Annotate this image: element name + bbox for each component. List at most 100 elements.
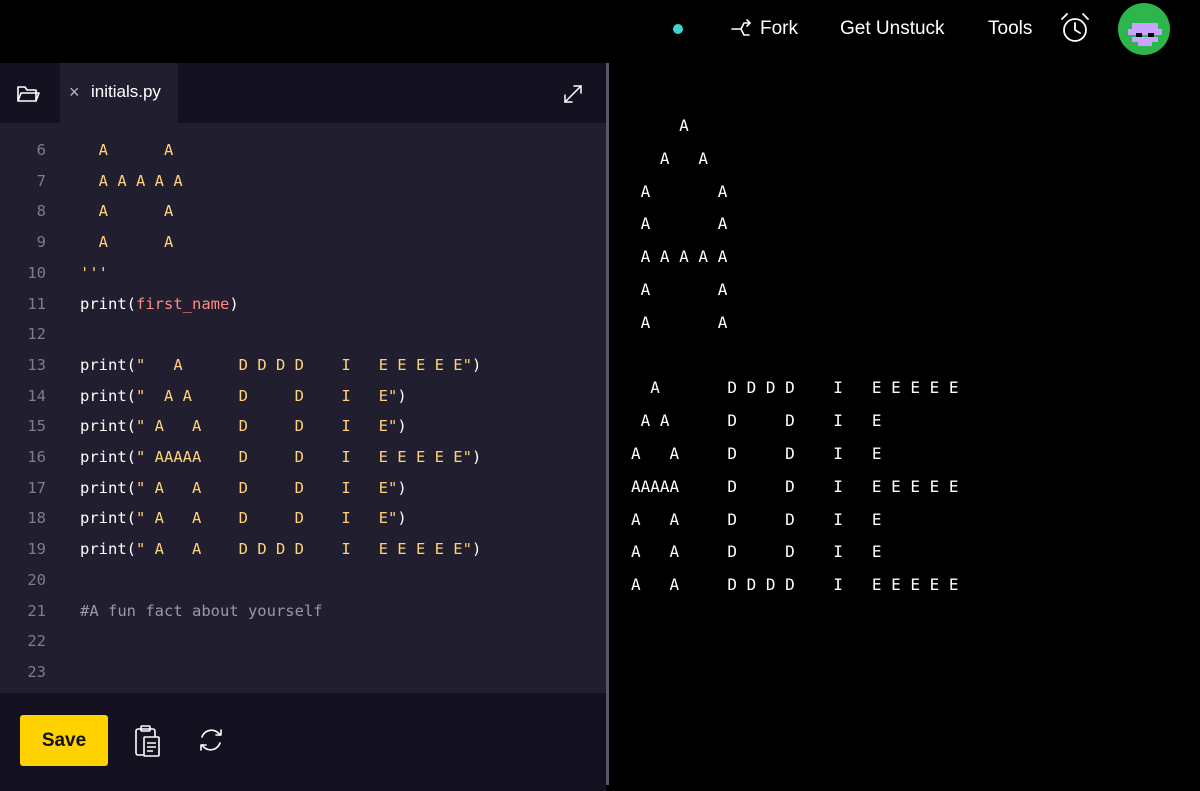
- output-line: A: [631, 116, 689, 135]
- line-content: A A A A A: [80, 172, 183, 190]
- line-content: print(" AAAAA D D I E E E E E"): [80, 448, 481, 466]
- code-token: (: [126, 355, 137, 374]
- code-token: (: [126, 386, 137, 405]
- get-unstuck-label: Get Unstuck: [840, 18, 945, 39]
- code-token: A A: [80, 202, 174, 221]
- code-token: print: [80, 540, 127, 559]
- line-number: 15: [27, 417, 46, 436]
- top-bar: Fork Get Unstuck Tools: [0, 0, 1200, 63]
- code-token: " AAAAA D D I E E E E E": [136, 448, 472, 466]
- line-content: A A: [80, 202, 174, 221]
- output-line: A A: [631, 181, 728, 201]
- status-indicator: [673, 24, 683, 34]
- code-line: 17 print(" A A D D I E"): [0, 479, 606, 510]
- output-line: A D D D D I E E E E E: [631, 378, 959, 398]
- code-token: " A A D D I E": [136, 417, 398, 436]
- clipboard-icon[interactable]: [133, 724, 163, 758]
- line-number: 6: [36, 141, 46, 159]
- line-number: 13: [27, 355, 46, 374]
- line-content: print(" A A D D I E"): [80, 417, 407, 435]
- code-token: ): [471, 448, 482, 466]
- line-content: print(" A A D D I E"): [80, 387, 407, 405]
- code-editor: × initials.py 6 A A7 A A A A A8 A A9 A A…: [0, 63, 606, 791]
- tab-initials-py[interactable]: × initials.py: [60, 63, 178, 123]
- code-token: ): [397, 417, 407, 436]
- line-number: 19: [27, 540, 46, 559]
- output-line: A A: [631, 312, 728, 332]
- tools-button[interactable]: Tools: [988, 16, 1032, 42]
- code-token: ): [471, 355, 482, 374]
- line-number: 10: [27, 263, 46, 282]
- output-line: A A D D I E: [631, 542, 882, 562]
- output-console: A A A A A A A A A A A A A A A A A D D D …: [609, 63, 1200, 791]
- output-line: A A D D I E: [631, 444, 882, 463]
- output-line: A A: [631, 280, 728, 299]
- save-button[interactable]: Save: [20, 715, 108, 766]
- code-token: " A A D D D D I E E E E E": [136, 540, 472, 559]
- code-token: print: [80, 386, 127, 405]
- code-line: 20: [0, 571, 606, 602]
- line-number: 23: [27, 662, 46, 681]
- line-content: A A: [80, 141, 174, 159]
- alarm-clock-icon[interactable]: [1058, 11, 1092, 47]
- code-token: ): [471, 540, 482, 559]
- code-line: 18 print(" A A D D I E"): [0, 509, 606, 540]
- code-token: (: [126, 509, 137, 528]
- code-line: 19 print(" A A D D D D I E E E E E"): [0, 540, 606, 571]
- code-line: 10 ''': [0, 264, 606, 295]
- code-token: (: [126, 294, 137, 313]
- code-token: print: [80, 509, 127, 528]
- code-token: ): [397, 386, 407, 405]
- line-content: print(" A A D D I E"): [80, 479, 407, 497]
- tab-filename: initials.py: [91, 82, 161, 101]
- line-number: 18: [27, 509, 46, 528]
- output-line: A A: [631, 214, 728, 234]
- code-token: first_name: [136, 294, 230, 313]
- code-token: ): [397, 509, 407, 528]
- code-line: 16 print(" AAAAA D D I E E E E E"): [0, 448, 606, 479]
- code-line: 6 A A: [0, 141, 606, 172]
- line-number: 14: [27, 386, 46, 405]
- code-token: ): [397, 478, 407, 497]
- refresh-icon[interactable]: [196, 725, 226, 755]
- code-line: 21 #A fun fact about yourself: [0, 602, 606, 633]
- code-token: " A A D D I E": [136, 386, 398, 405]
- line-number: 17: [27, 478, 46, 497]
- folder-icon[interactable]: [16, 83, 40, 105]
- line-content: ''': [80, 264, 108, 282]
- line-number: 22: [27, 632, 46, 651]
- code-token: (: [126, 448, 137, 466]
- line-content: #A fun fact about yourself: [80, 602, 323, 620]
- output-line: AAAAA D D I E E E E E: [631, 476, 959, 496]
- fork-button[interactable]: Fork: [730, 16, 798, 42]
- code-token: (: [126, 478, 137, 497]
- fork-label: Fork: [760, 18, 798, 39]
- output-line: A A D D I E: [631, 509, 882, 529]
- get-unstuck-button[interactable]: Get Unstuck: [840, 16, 945, 42]
- tools-label: Tools: [988, 18, 1033, 39]
- code-token: print: [80, 448, 127, 466]
- expand-icon[interactable]: [562, 83, 584, 105]
- code-token: " A A D D I E": [136, 509, 398, 528]
- code-token: print: [80, 417, 127, 436]
- code-token: (: [126, 417, 137, 436]
- close-icon[interactable]: ×: [69, 81, 80, 103]
- line-number: 16: [27, 448, 46, 466]
- code-token: A A: [80, 233, 174, 252]
- line-content: print(" A A D D I E"): [80, 509, 407, 527]
- line-content: A A: [80, 233, 174, 252]
- avatar-icon: [1128, 23, 1162, 46]
- code-line: 22: [0, 632, 606, 663]
- code-token: print: [80, 355, 127, 374]
- line-number: 7: [36, 171, 46, 190]
- line-content: print(" A A D D D D I E E E E E"): [80, 540, 481, 558]
- code-token: print: [80, 294, 127, 313]
- code-token: ): [229, 294, 239, 313]
- code-line: 12: [0, 325, 606, 356]
- line-content: print(" A D D D D I E E E E E"): [80, 356, 481, 374]
- code-line: 9 A A: [0, 233, 606, 264]
- avatar[interactable]: [1118, 3, 1170, 55]
- code-token: A A: [80, 141, 174, 159]
- output-line: A A D D D D I E E E E E: [631, 575, 959, 595]
- code-line: 8 A A: [0, 202, 606, 233]
